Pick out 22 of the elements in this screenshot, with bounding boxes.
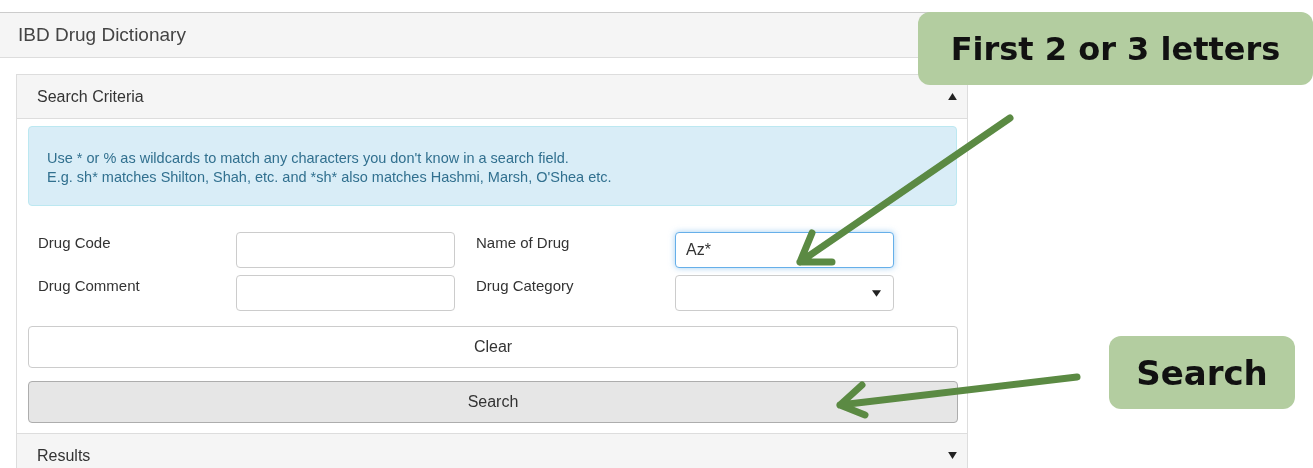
dropdown-caret-icon: [872, 289, 881, 297]
panel-header[interactable]: Results: [17, 433, 967, 468]
expand-icon[interactable]: [948, 452, 957, 459]
field-label: Drug Comment: [38, 276, 141, 294]
collapse-icon[interactable]: [948, 93, 957, 100]
info-text: E.g. sh* matches Shilton, Shah, etc. and *sh* also matches Hashmi, Marsh, O'Shea etc.: [47, 168, 613, 187]
input-field[interactable]: [236, 232, 455, 268]
window-title: IBD Drug Dictionary: [18, 24, 186, 46]
info-text: Use * or % as wildcards to match any characters you don't know in a search field.: [47, 149, 570, 168]
search-button[interactable]: Search: [28, 381, 958, 423]
input-field[interactable]: Az*: [675, 232, 894, 268]
field-label: Drug Category: [476, 276, 575, 294]
clear-button[interactable]: Clear: [28, 326, 958, 368]
field-label: Drug Code: [38, 233, 112, 251]
category-dropdown[interactable]: [675, 275, 894, 311]
callout-label: First 2 or 3 letters: [918, 12, 1313, 85]
input-field[interactable]: [236, 275, 455, 311]
panel-header[interactable]: Search Criteria: [17, 75, 967, 119]
callout-label: Search: [1109, 336, 1295, 409]
field-label: Name of Drug: [476, 233, 571, 251]
panel-title: Results: [37, 446, 91, 465]
panel-title: Search Criteria: [37, 87, 144, 106]
